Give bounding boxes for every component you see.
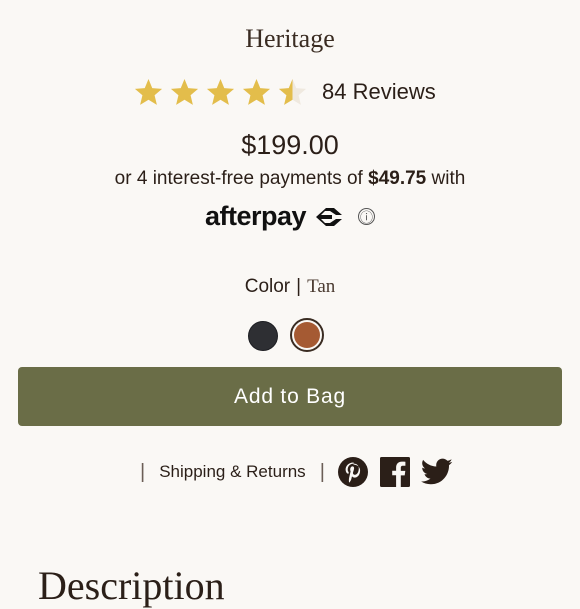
- installment-prefix: or 4 interest-free payments of: [114, 168, 363, 189]
- shipping-returns-link[interactable]: Shipping & Returns: [159, 462, 305, 482]
- add-to-bag-button[interactable]: Add to Bag: [18, 367, 562, 426]
- swatch-tan-fill: [294, 322, 320, 348]
- color-swatches: [248, 318, 324, 352]
- half-star-icon: [278, 78, 307, 105]
- social-share: [337, 456, 453, 488]
- selected-color: Tan: [307, 276, 336, 297]
- link-separator: |: [319, 460, 325, 483]
- color-label: Color: [244, 276, 291, 297]
- star-rating: [133, 77, 308, 108]
- star-icon: [242, 78, 271, 105]
- product-rating[interactable]: 84 Reviews: [133, 72, 436, 112]
- product-links: | Shipping & Returns |: [140, 454, 453, 490]
- installment-text: or 4 interest-free payments of $49.75 wi…: [0, 168, 580, 190]
- installment-suffix: with: [431, 168, 466, 189]
- swatch-tan[interactable]: [290, 318, 324, 352]
- afterpay-arrows-icon: [316, 207, 343, 226]
- afterpay-logo: afterpay: [204, 201, 307, 231]
- star-icon: [134, 78, 163, 105]
- afterpay-row: afterpay ⓘ: [0, 201, 580, 232]
- color-separator: |: [296, 276, 302, 297]
- link-separator: |: [140, 460, 146, 483]
- reviews-link[interactable]: 84 Reviews: [322, 79, 436, 105]
- facebook-icon[interactable]: [379, 457, 410, 487]
- twitter-icon[interactable]: [420, 458, 453, 486]
- info-icon[interactable]: ⓘ: [358, 208, 376, 225]
- star-icon: [206, 78, 235, 105]
- pinterest-icon[interactable]: [337, 456, 369, 488]
- star-icon: [170, 78, 199, 105]
- swatch-black[interactable]: [248, 320, 278, 351]
- installment-amount: $49.75: [368, 168, 427, 189]
- color-selector-label: Color | Tan: [0, 276, 580, 298]
- product-title: Heritage: [245, 24, 335, 53]
- description-heading: Description: [38, 563, 225, 608]
- product-price: $199.00: [241, 130, 339, 160]
